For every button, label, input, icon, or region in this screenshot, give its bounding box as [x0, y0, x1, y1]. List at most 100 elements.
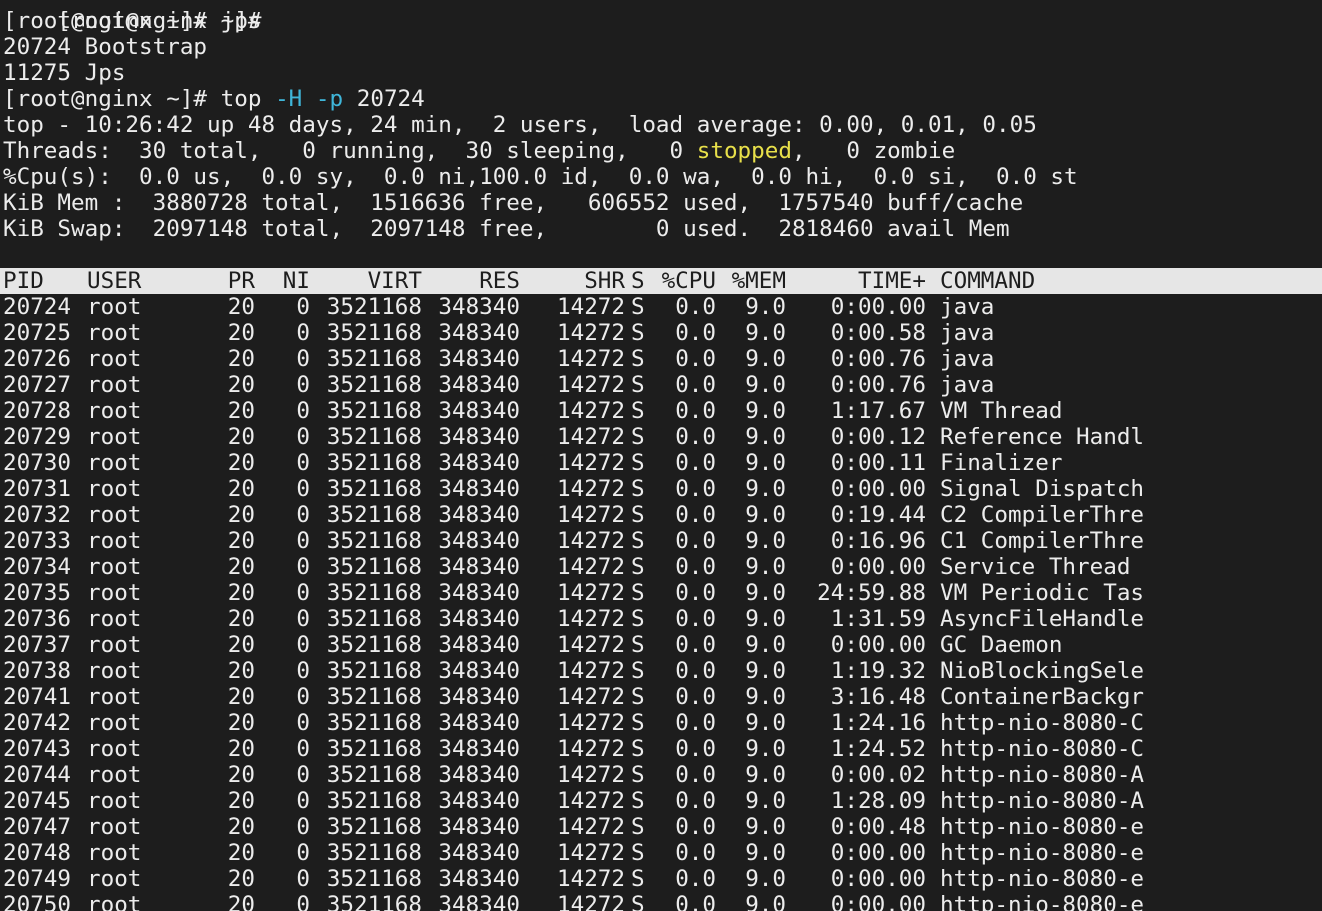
cell-state: S — [631, 658, 645, 684]
cell-state: S — [631, 502, 645, 528]
cell-nice: 0 — [296, 580, 310, 606]
cell-nice: 0 — [296, 866, 310, 892]
cell-command: Finalizer — [940, 450, 1063, 476]
cell-time: 0:00.00 — [830, 892, 926, 911]
cell-user: root — [87, 580, 142, 606]
column-header-state: S — [631, 268, 645, 294]
cell-mem: 9.0 — [745, 580, 786, 606]
cell-priority: 20 — [227, 372, 255, 398]
cell-res: 348340 — [438, 346, 520, 372]
cell-time: 1:31.59 — [830, 606, 926, 632]
cell-nice: 0 — [296, 476, 310, 502]
cell-cpu: 0.0 — [675, 658, 716, 684]
cell-res: 348340 — [438, 736, 520, 762]
cell-pid: 20730 — [3, 450, 72, 476]
cell-shr: 14272 — [556, 528, 625, 554]
column-header-shr: SHR — [584, 268, 625, 294]
cell-shr: 14272 — [556, 320, 625, 346]
cell-res: 348340 — [438, 840, 520, 866]
cell-nice: 0 — [296, 632, 310, 658]
cell-state: S — [631, 476, 645, 502]
cell-state: S — [631, 736, 645, 762]
cell-cpu: 0.0 — [675, 294, 716, 320]
cell-nice: 0 — [296, 294, 310, 320]
cell-mem: 9.0 — [745, 710, 786, 736]
column-header-priority: PR — [227, 268, 255, 294]
cell-time: 0:00.00 — [830, 866, 926, 892]
table-row: 20743 root 20 0 3521168 348340 14272 S 0.0 9.0 1:2… — [0, 736, 1322, 762]
cell-time: 1:19.32 — [830, 658, 926, 684]
cell-time: 3:16.48 — [830, 684, 926, 710]
cell-command: http-nio-8080-C — [940, 736, 1145, 762]
cell-command: http-nio-8080-C — [940, 710, 1145, 736]
cell-nice: 0 — [296, 554, 310, 580]
cell-mem: 9.0 — [745, 554, 786, 580]
cell-shr: 14272 — [556, 736, 625, 762]
cell-nice: 0 — [296, 840, 310, 866]
cell-res: 348340 — [438, 320, 520, 346]
cell-pid: 20729 — [3, 424, 72, 450]
cell-command: C2 CompilerThre — [940, 502, 1145, 528]
table-row: 20749 root 20 0 3521168 348340 14272 S 0.0 9.0 0:0… — [0, 866, 1322, 892]
cell-shr: 14272 — [556, 684, 625, 710]
cell-shr: 14272 — [556, 814, 625, 840]
cell-res: 348340 — [438, 684, 520, 710]
cell-priority: 20 — [227, 450, 255, 476]
cell-pid: 20743 — [3, 736, 72, 762]
cell-state: S — [631, 632, 645, 658]
cell-pid: 20733 — [3, 528, 72, 554]
cell-time: 0:00.11 — [830, 450, 926, 476]
table-row: 20728 root 20 0 3521168 348340 14272 S 0.0 9.0 1:1… — [0, 398, 1322, 424]
cell-virt: 3521168 — [326, 346, 422, 372]
cell-state: S — [631, 346, 645, 372]
cell-time: 0:00.76 — [830, 346, 926, 372]
cell-pid: 20734 — [3, 554, 72, 580]
pid-argument: 20724 — [356, 86, 425, 112]
cell-time: 0:00.00 — [830, 476, 926, 502]
cell-cpu: 0.0 — [675, 580, 716, 606]
cell-priority: 20 — [227, 788, 255, 814]
cell-shr: 14272 — [556, 346, 625, 372]
cell-res: 348340 — [438, 372, 520, 398]
cell-mem: 9.0 — [745, 814, 786, 840]
cell-mem: 9.0 — [745, 294, 786, 320]
cell-pid: 20747 — [3, 814, 72, 840]
cell-res: 348340 — [438, 814, 520, 840]
table-row: 20726 root 20 0 3521168 348340 14272 S 0.0 9.0 0:0… — [0, 346, 1322, 372]
cell-mem: 9.0 — [745, 502, 786, 528]
cell-state: S — [631, 788, 645, 814]
cell-command: VM Periodic Tas — [940, 580, 1145, 606]
cell-state: S — [631, 684, 645, 710]
cell-nice: 0 — [296, 450, 310, 476]
cell-nice: 0 — [296, 502, 310, 528]
cell-mem: 9.0 — [745, 762, 786, 788]
process-table-header: PID USER PR NI VIRT RES SHR S %CPU %MEM TIME+ COMMA… — [0, 268, 1322, 294]
cell-command: http-nio-8080-e — [940, 892, 1145, 911]
cell-state: S — [631, 606, 645, 632]
cell-pid: 20741 — [3, 684, 72, 710]
cell-cpu: 0.0 — [675, 788, 716, 814]
cell-cpu: 0.0 — [675, 372, 716, 398]
table-row: 20742 root 20 0 3521168 348340 14272 S 0.0 9.0 1:2… — [0, 710, 1322, 736]
cell-user: root — [87, 606, 142, 632]
cell-state: S — [631, 892, 645, 911]
cell-command: http-nio-8080-A — [940, 788, 1145, 814]
cell-pid: 20738 — [3, 658, 72, 684]
cell-res: 348340 — [438, 528, 520, 554]
cell-cpu: 0.0 — [675, 684, 716, 710]
cell-user: root — [87, 528, 142, 554]
cell-time: 1:24.52 — [830, 736, 926, 762]
cell-cpu: 0.0 — [675, 632, 716, 658]
cell-priority: 20 — [227, 632, 255, 658]
cell-pid: 20744 — [3, 762, 72, 788]
cell-pid: 20745 — [3, 788, 72, 814]
terminal-window[interactable]: [root@nginx ~]# [root@nginx ~]# jps 2072… — [0, 0, 1322, 911]
cell-nice: 0 — [296, 684, 310, 710]
table-row: 20747 root 20 0 3521168 348340 14272 S 0.0 9.0 0:0… — [0, 814, 1322, 840]
cell-priority: 20 — [227, 554, 255, 580]
cell-time: 0:00.00 — [830, 554, 926, 580]
column-header-virt: VIRT — [367, 268, 422, 294]
cell-shr: 14272 — [556, 606, 625, 632]
cell-cpu: 0.0 — [675, 554, 716, 580]
cell-user: root — [87, 762, 142, 788]
